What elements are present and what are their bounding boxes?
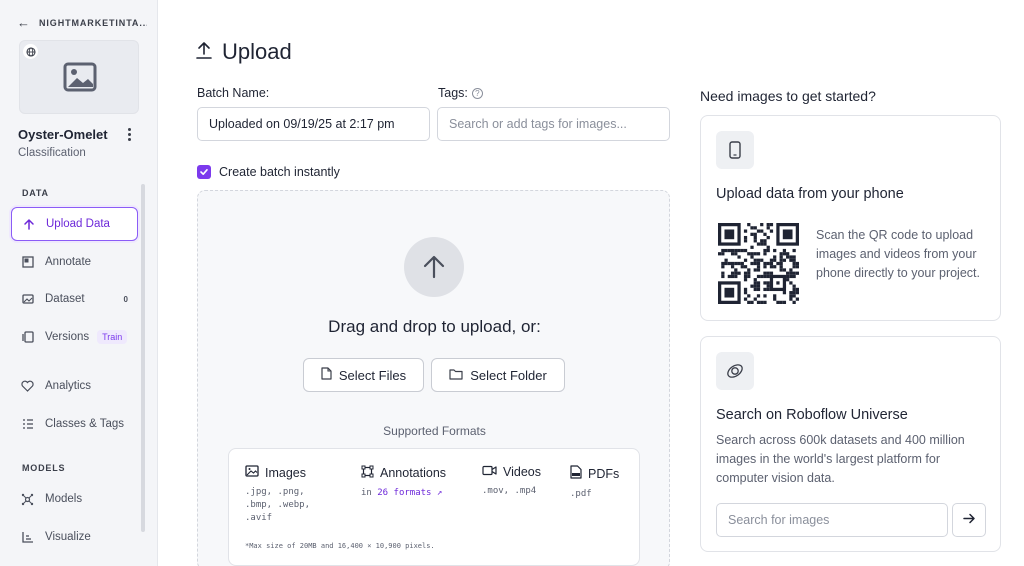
phone-upload-card: Upload data from your phone Scan the QR … — [700, 115, 1001, 321]
sidebar-item-label: Analytics — [45, 380, 92, 392]
format-images: Images .jpg, .png, .bmp, .webp, .avif — [245, 465, 310, 525]
versions-icon — [21, 331, 34, 344]
batch-name-label: Batch Name: — [197, 86, 270, 100]
create-batch-row[interactable]: Create batch instantly — [197, 165, 340, 179]
right-panel-title: Need images to get started? — [700, 88, 876, 104]
format-videos-line1: .mov, .mp4 — [482, 486, 537, 496]
select-folder-button[interactable]: Select Folder — [431, 358, 565, 392]
format-annotations-prefix: in — [361, 488, 372, 498]
tags-label: Tags: — [438, 86, 468, 100]
universe-card-title: Search on Roboflow Universe — [716, 407, 908, 423]
project-menu-icon[interactable] — [124, 128, 134, 142]
format-annotations-title: Annotations — [380, 466, 447, 480]
format-annotations: Annotations in 26 formats ↗ — [361, 465, 446, 500]
sidebar-item-classes-tags[interactable]: Classes & Tags — [11, 407, 138, 441]
universe-search-button[interactable] — [952, 503, 986, 537]
sidebar-item-label: Visualize — [45, 531, 91, 543]
external-link-icon: ↗ — [436, 488, 443, 498]
sidebar-item-upload-data[interactable]: Upload Data — [11, 207, 138, 241]
select-files-button[interactable]: Select Files — [303, 358, 424, 392]
universe-card: Search on Roboflow Universe Search acros… — [700, 336, 1001, 552]
image-icon — [245, 465, 259, 480]
phone-card-text: Scan the QR code to upload images and vi… — [816, 228, 980, 280]
format-pdfs-line1: .pdf — [570, 489, 592, 499]
format-images-line3: .avif — [245, 513, 273, 523]
sidebar-item-models[interactable]: Models — [11, 482, 138, 516]
dataset-icon — [21, 293, 34, 306]
format-images-title: Images — [265, 465, 306, 480]
sidebar-item-analytics[interactable]: Analytics — [11, 369, 138, 403]
telescope-icon — [716, 352, 754, 390]
universe-card-text: Search across 600k datasets and 400 mill… — [716, 433, 965, 485]
batch-name-input[interactable]: Uploaded on 09/19/25 at 2:17 pm — [197, 107, 430, 141]
format-images-line2: .bmp, .webp, — [245, 500, 311, 510]
annotation-formats-link-label: 26 formats — [377, 488, 432, 498]
train-badge[interactable]: Train — [97, 330, 128, 344]
phone-card-title: Upload data from your phone — [716, 186, 904, 202]
sidebar-item-label: Classes & Tags — [45, 418, 125, 430]
sidebar-item-label: Upload Data — [46, 218, 110, 230]
sidebar-item-label: Dataset — [45, 293, 85, 305]
max-size-note: *Max size of 20MB and 16,400 × 10,900 pi… — [245, 542, 435, 550]
models-icon — [21, 493, 34, 506]
workspace-name: NIGHTMARKETINTA... — [39, 18, 147, 28]
annotation-formats-link[interactable]: 26 formats ↗ — [377, 488, 442, 498]
page-title: Upload — [222, 39, 292, 64]
help-icon[interactable]: ? — [471, 88, 483, 100]
upload-icon — [196, 41, 212, 64]
format-images-line1: .jpg, .png, — [245, 487, 305, 497]
project-type: Classification — [18, 147, 86, 159]
sidebar-item-annotate[interactable]: Annotate — [11, 245, 138, 279]
sidebar-item-visualize[interactable]: Visualize — [11, 520, 138, 554]
formats-card: Images .jpg, .png, .bmp, .webp, .avif An… — [228, 448, 640, 566]
bounding-box-icon — [361, 465, 374, 481]
format-pdfs-title: PDFs — [588, 466, 620, 481]
section-label-data: DATA — [22, 188, 49, 198]
tags-label-row: Tags:? — [438, 86, 483, 100]
file-icon — [321, 367, 332, 383]
folder-icon — [449, 368, 463, 383]
visualize-icon — [21, 531, 34, 544]
format-pdfs: PDFs .pdf — [570, 465, 619, 501]
dropzone-title: Drag and drop to upload, or: — [328, 317, 541, 336]
section-label-models: MODELS — [22, 463, 66, 473]
select-folder-label: Select Folder — [470, 367, 547, 383]
classes-icon — [21, 418, 34, 431]
create-batch-checkbox[interactable] — [197, 165, 211, 179]
analytics-icon — [21, 380, 34, 393]
dataset-count: 0 — [123, 294, 128, 304]
app-root: ← NIGHTMARKETINTA... Oyster-Omelet Class… — [0, 0, 1024, 566]
upload-arrow-icon — [404, 237, 464, 297]
select-files-label: Select Files — [338, 367, 407, 383]
sidebar-scrollbar[interactable] — [141, 184, 145, 532]
arrow-right-icon — [962, 511, 976, 529]
sidebar-item-versions[interactable]: Versions Train — [11, 320, 138, 354]
video-icon — [482, 465, 497, 479]
sidebar-item-label: Models — [45, 493, 83, 505]
sidebar-item-label: Annotate — [45, 256, 92, 268]
format-videos-title: Videos — [503, 465, 541, 479]
arrow-left-icon: ← — [17, 15, 30, 30]
globe-icon — [23, 44, 38, 59]
sidebar-item-dataset[interactable]: Dataset 0 — [11, 282, 138, 316]
image-placeholder-icon — [63, 62, 97, 97]
supported-formats-label: Supported Formats — [383, 424, 486, 438]
annotate-icon — [21, 256, 34, 269]
project-thumbnail[interactable] — [19, 40, 139, 114]
upload-dropzone[interactable]: Drag and drop to upload, or: Select File… — [197, 190, 670, 566]
phone-icon — [716, 131, 754, 169]
qr-code-icon — [718, 223, 799, 304]
project-name: Oyster-Omelet — [18, 127, 108, 142]
create-batch-label: Create batch instantly — [219, 165, 340, 179]
pdf-icon — [570, 465, 582, 482]
page-title-row: Upload — [196, 39, 292, 65]
format-videos: Videos .mov, .mp4 — [482, 465, 541, 498]
sidebar-item-label: Versions — [45, 331, 90, 343]
tags-input[interactable]: Search or add tags for images... — [437, 107, 670, 141]
universe-search-input[interactable]: Search for images — [716, 503, 948, 537]
sidebar: ← NIGHTMARKETINTA... Oyster-Omelet Class… — [0, 0, 158, 566]
upload-icon — [22, 218, 35, 231]
workspace-back-link[interactable]: ← NIGHTMARKETINTA... — [17, 16, 147, 30]
